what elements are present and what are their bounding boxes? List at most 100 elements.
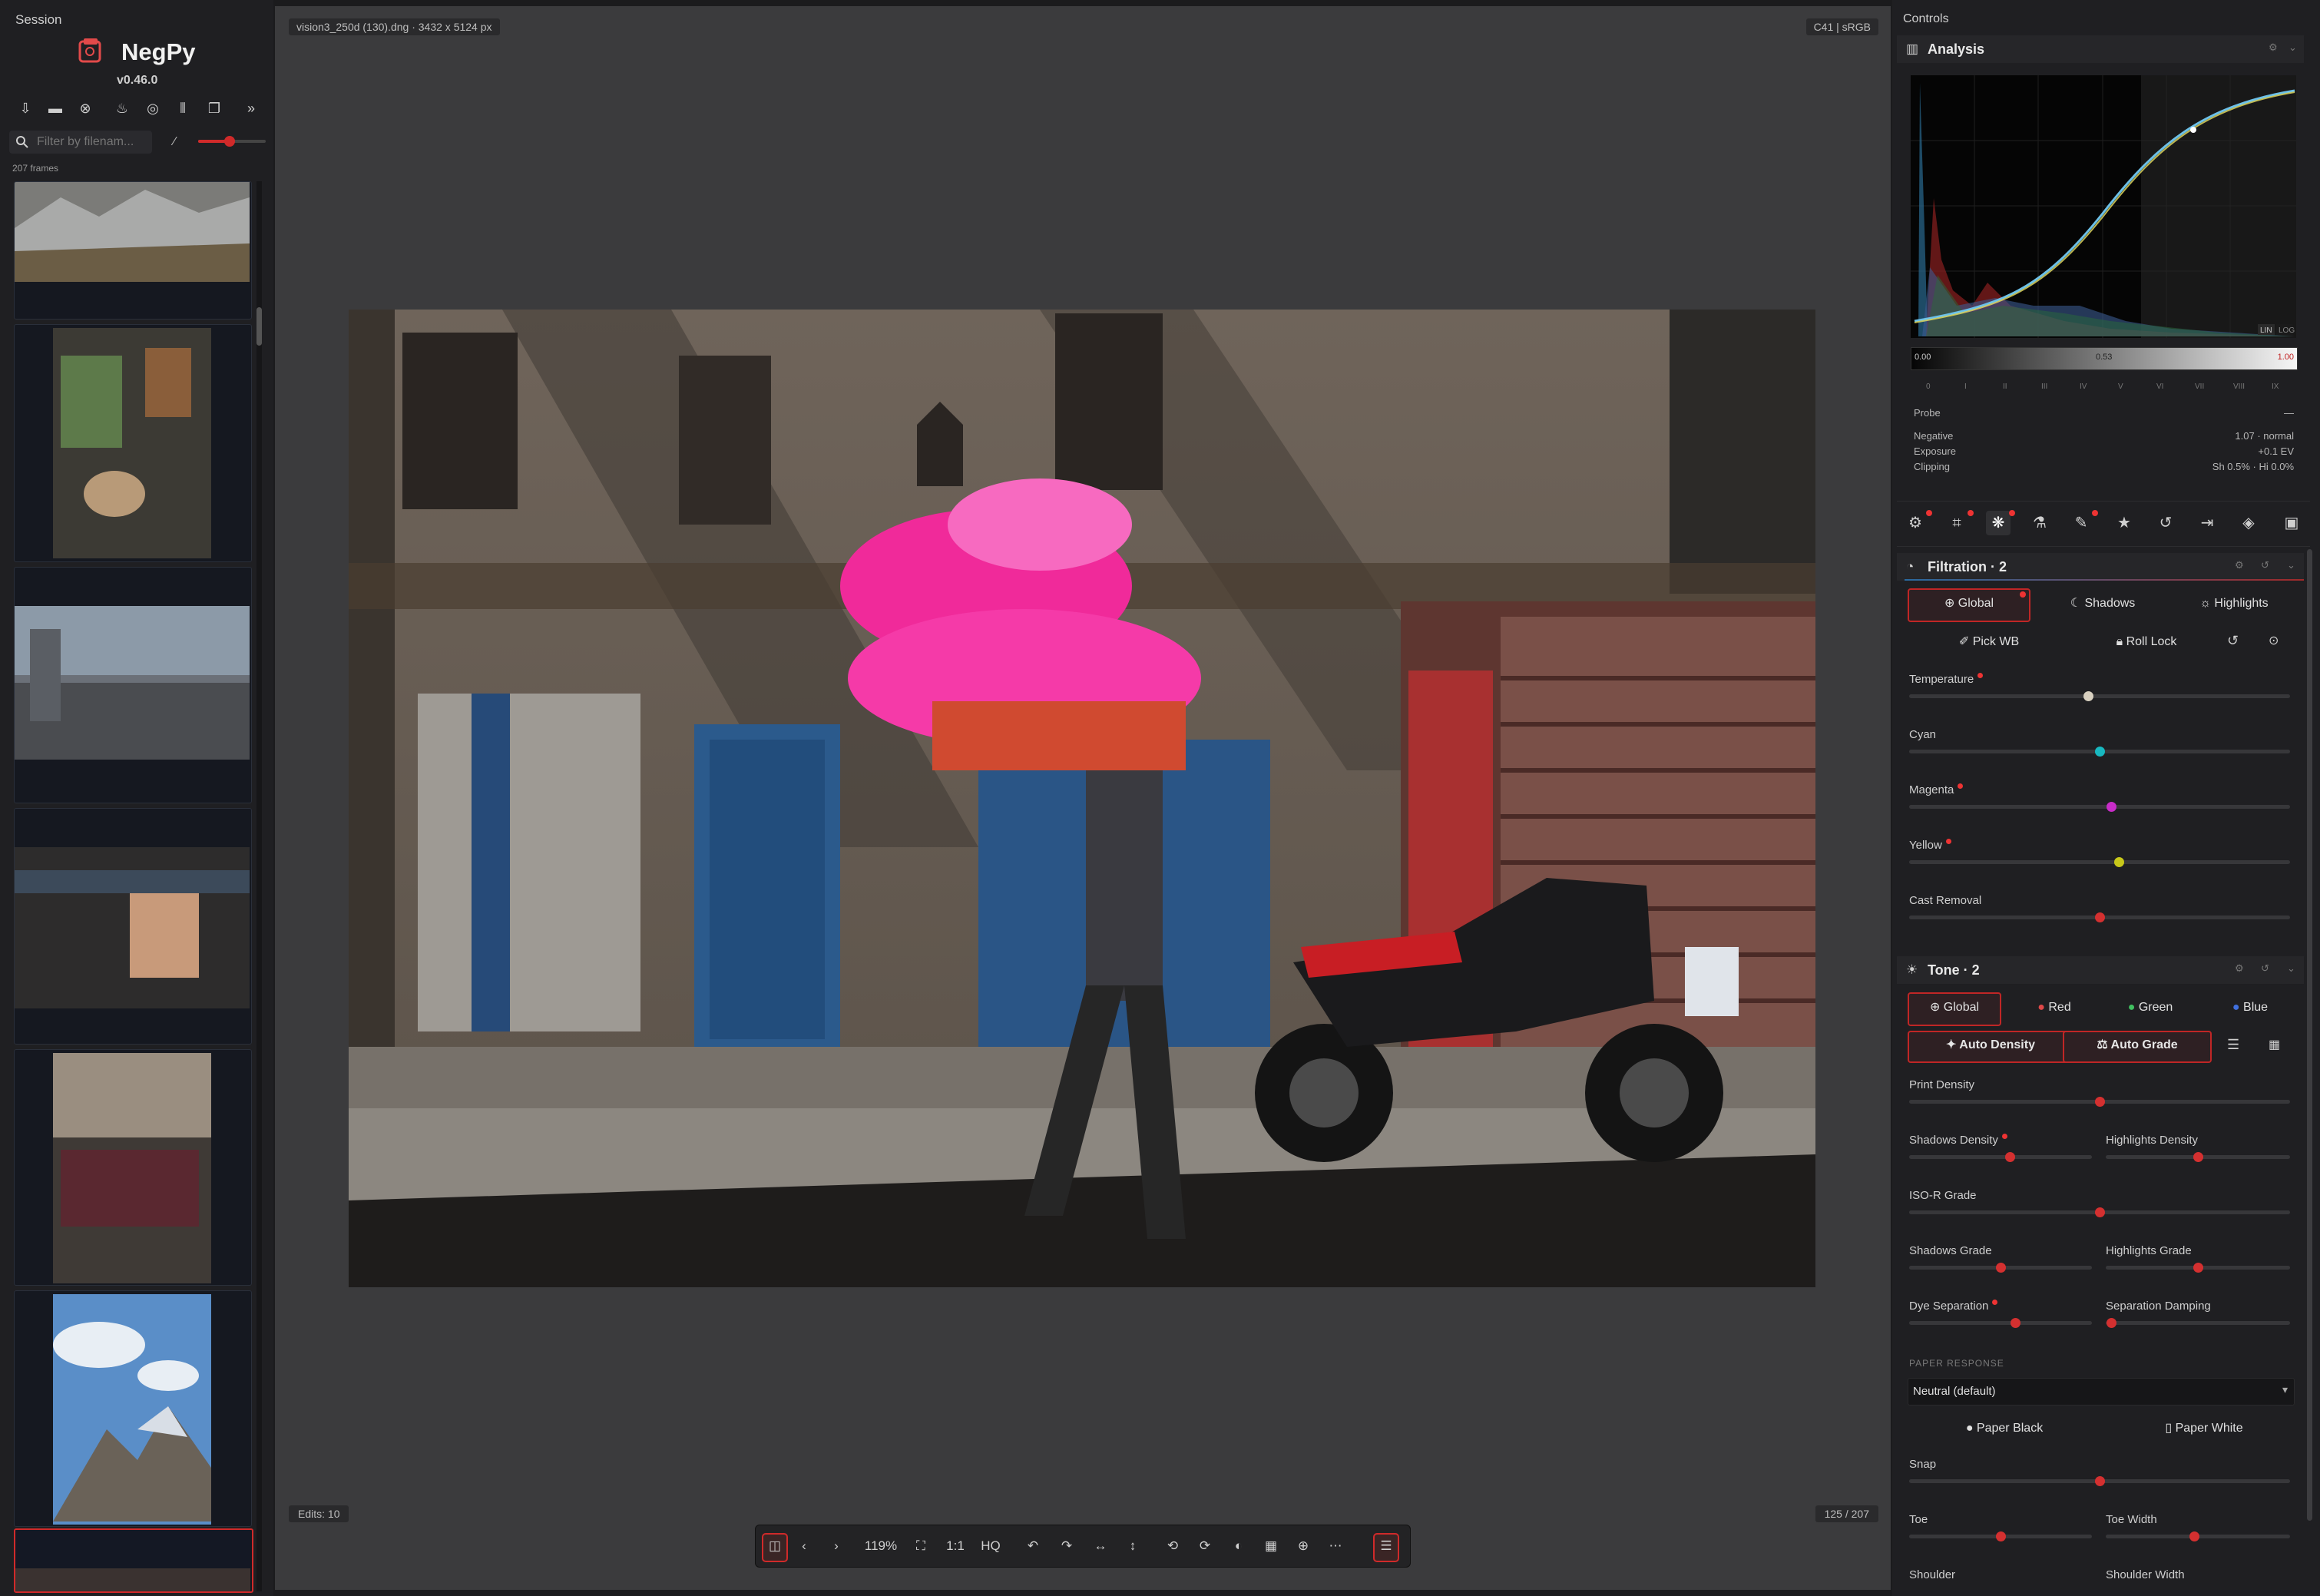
auto-grade-button[interactable]: ⚖ Auto Grade: [2063, 1031, 2212, 1063]
roll-lock-button[interactable]: 🔒︎ Roll Lock: [2089, 627, 2204, 657]
copy-icon[interactable]: ❐: [204, 98, 224, 118]
next-frame-icon[interactable]: ›: [825, 1533, 848, 1559]
wand-icon[interactable]: ⁄: [174, 135, 176, 149]
slider-knob[interactable]: [2004, 1152, 2015, 1162]
slider-knob[interactable]: [2113, 857, 2124, 867]
pick-wb-button[interactable]: ✐ Pick WB: [1935, 627, 2043, 657]
tab-tag-icon[interactable]: ◈: [2236, 511, 2261, 535]
tab-blue[interactable]: ● Blue: [2204, 992, 2296, 1023]
flip-vertical-icon[interactable]: ↕: [1121, 1533, 1144, 1559]
slider-track[interactable]: [2106, 1263, 2290, 1273]
thumbnail-frame-selected[interactable]: [14, 1528, 253, 1593]
columns-icon[interactable]: ⫴: [173, 98, 193, 118]
tab-highlights[interactable]: ☼ Highlights: [2170, 588, 2298, 619]
list-icon[interactable]: ☰: [2227, 1037, 2239, 1053]
thumbnail-size-slider[interactable]: [198, 136, 266, 147]
actual-size-button[interactable]: 1:1: [940, 1533, 971, 1559]
reset-icon[interactable]: ↺: [2261, 559, 2269, 571]
slider-track[interactable]: [2106, 1318, 2290, 1328]
undo-icon[interactable]: ⟲: [1161, 1533, 1184, 1559]
tab-global[interactable]: ⊕ Global: [1908, 992, 2001, 1026]
slider-knob[interactable]: [2095, 747, 2105, 757]
slider-knob[interactable]: [2193, 1152, 2203, 1162]
histogram-curve[interactable]: LIN LOG: [1911, 75, 2296, 338]
rotate-right-icon[interactable]: ↷: [1055, 1533, 1078, 1559]
lin-toggle[interactable]: LIN: [2260, 326, 2272, 335]
close-icon[interactable]: ⊗: [75, 98, 95, 118]
thumbnail-frame[interactable]: [14, 1290, 252, 1527]
zoom-in-icon[interactable]: ⊕: [1292, 1533, 1315, 1559]
slider-track[interactable]: [1909, 1207, 2290, 1217]
import-file-icon[interactable]: ⇩: [15, 98, 35, 118]
open-folder-icon[interactable]: ▬: [45, 98, 65, 118]
tone-section-header[interactable]: ☀ Tone · 2 ⚙ ↺ ⌄: [1897, 956, 2304, 984]
target-icon[interactable]: ⊙: [2269, 633, 2279, 648]
slider-knob[interactable]: [1996, 1531, 2006, 1541]
grid-icon[interactable]: ▦: [1259, 1533, 1282, 1559]
flip-horizontal-icon[interactable]: ↔: [1089, 1533, 1112, 1559]
tab-favorites-icon[interactable]: ★: [2112, 511, 2136, 535]
tab-color-icon[interactable]: ❋: [1986, 511, 2011, 535]
settings-icon[interactable]: ⚙: [2235, 962, 2244, 975]
auto-density-button[interactable]: ✦ Auto Density: [1908, 1031, 2073, 1063]
thumbnail-frame[interactable]: [14, 181, 252, 320]
tab-crop-icon[interactable]: ⌗: [1944, 511, 1969, 535]
target-icon[interactable]: ◎: [143, 98, 163, 118]
controls-panel-toggle-icon[interactable]: ☰: [1373, 1533, 1399, 1562]
previous-frame-icon[interactable]: ‹: [793, 1533, 816, 1559]
settings-icon[interactable]: ⚙: [2269, 41, 2278, 54]
contrast-icon[interactable]: ◐: [1227, 1533, 1250, 1559]
chevron-down-icon[interactable]: ⌄: [2287, 559, 2295, 571]
thumbnail-frame[interactable]: [14, 567, 252, 803]
thumbnail-frame[interactable]: [14, 324, 252, 562]
paper-white-button[interactable]: ▯ Paper White: [2143, 1413, 2265, 1444]
slider-track[interactable]: [1909, 1531, 2092, 1541]
thumbnail-frame[interactable]: [14, 1049, 252, 1286]
slider-knob[interactable]: [2095, 1207, 2105, 1217]
slider-track[interactable]: [1909, 691, 2290, 701]
slider-knob[interactable]: [2095, 1097, 2105, 1107]
filter-field[interactable]: [9, 131, 152, 154]
slider-track[interactable]: [1909, 857, 2290, 867]
filmstrip-scrollbar[interactable]: [256, 181, 262, 1591]
slider-track[interactable]: [1909, 1152, 2092, 1162]
paper-response-select[interactable]: Neutral (default) ▾: [1908, 1378, 2295, 1406]
slider-knob[interactable]: [2095, 1476, 2105, 1486]
tab-green[interactable]: ● Green: [2104, 992, 2196, 1023]
thumbnail-frame[interactable]: [14, 808, 252, 1045]
compare-toggle-icon[interactable]: ◫: [762, 1533, 788, 1562]
controls-scrollbar[interactable]: [2307, 549, 2312, 1521]
expand-icon[interactable]: »: [241, 98, 261, 118]
tab-export-icon[interactable]: ⇥: [2195, 511, 2219, 535]
filter-input[interactable]: [35, 133, 152, 151]
slider-knob[interactable]: [1996, 1263, 2006, 1273]
density-gradient-bar[interactable]: 0.00 0.53 1.00: [1911, 347, 2298, 370]
filtration-section-header[interactable]: ◔ Filtration · 2 ⚙ ↺ ⌄: [1897, 553, 2304, 581]
tab-lab-icon[interactable]: ⚗: [2027, 511, 2052, 535]
slider-track[interactable]: [1909, 1318, 2092, 1328]
slider-knob[interactable]: [2095, 912, 2105, 922]
slider-knob[interactable]: [2011, 1318, 2021, 1328]
tab-history-icon[interactable]: ↺: [2153, 511, 2178, 535]
slider-track[interactable]: [1909, 1097, 2290, 1107]
more-options-icon[interactable]: ⋯: [1324, 1533, 1347, 1559]
slider-track[interactable]: [1909, 747, 2290, 757]
chevron-down-icon[interactable]: ⌄: [2287, 962, 2295, 975]
tab-global[interactable]: ⊕ Global: [1908, 588, 2030, 622]
chevron-down-icon[interactable]: ⌄: [2289, 41, 2297, 54]
tab-settings-icon[interactable]: ⚙: [1903, 511, 1928, 535]
fit-screen-icon[interactable]: ⛶: [909, 1533, 932, 1559]
photo-preview[interactable]: [349, 310, 1815, 1287]
tab-brush-icon[interactable]: ✎: [2069, 511, 2093, 535]
slider-track[interactable]: [1909, 912, 2290, 922]
rotate-left-icon[interactable]: ↶: [1021, 1533, 1044, 1559]
flame-icon[interactable]: ♨: [112, 98, 132, 118]
slider-track[interactable]: [2106, 1531, 2290, 1541]
slider-track[interactable]: [2106, 1152, 2290, 1162]
redo-icon[interactable]: ⟳: [1193, 1533, 1216, 1559]
hq-button[interactable]: HQ: [974, 1533, 1008, 1559]
slider-track[interactable]: [1909, 1263, 2092, 1273]
paper-black-button[interactable]: ● Paper Black: [1943, 1413, 2066, 1444]
grid-icon[interactable]: ▦: [2269, 1037, 2280, 1052]
log-toggle[interactable]: LOG: [2279, 326, 2295, 335]
